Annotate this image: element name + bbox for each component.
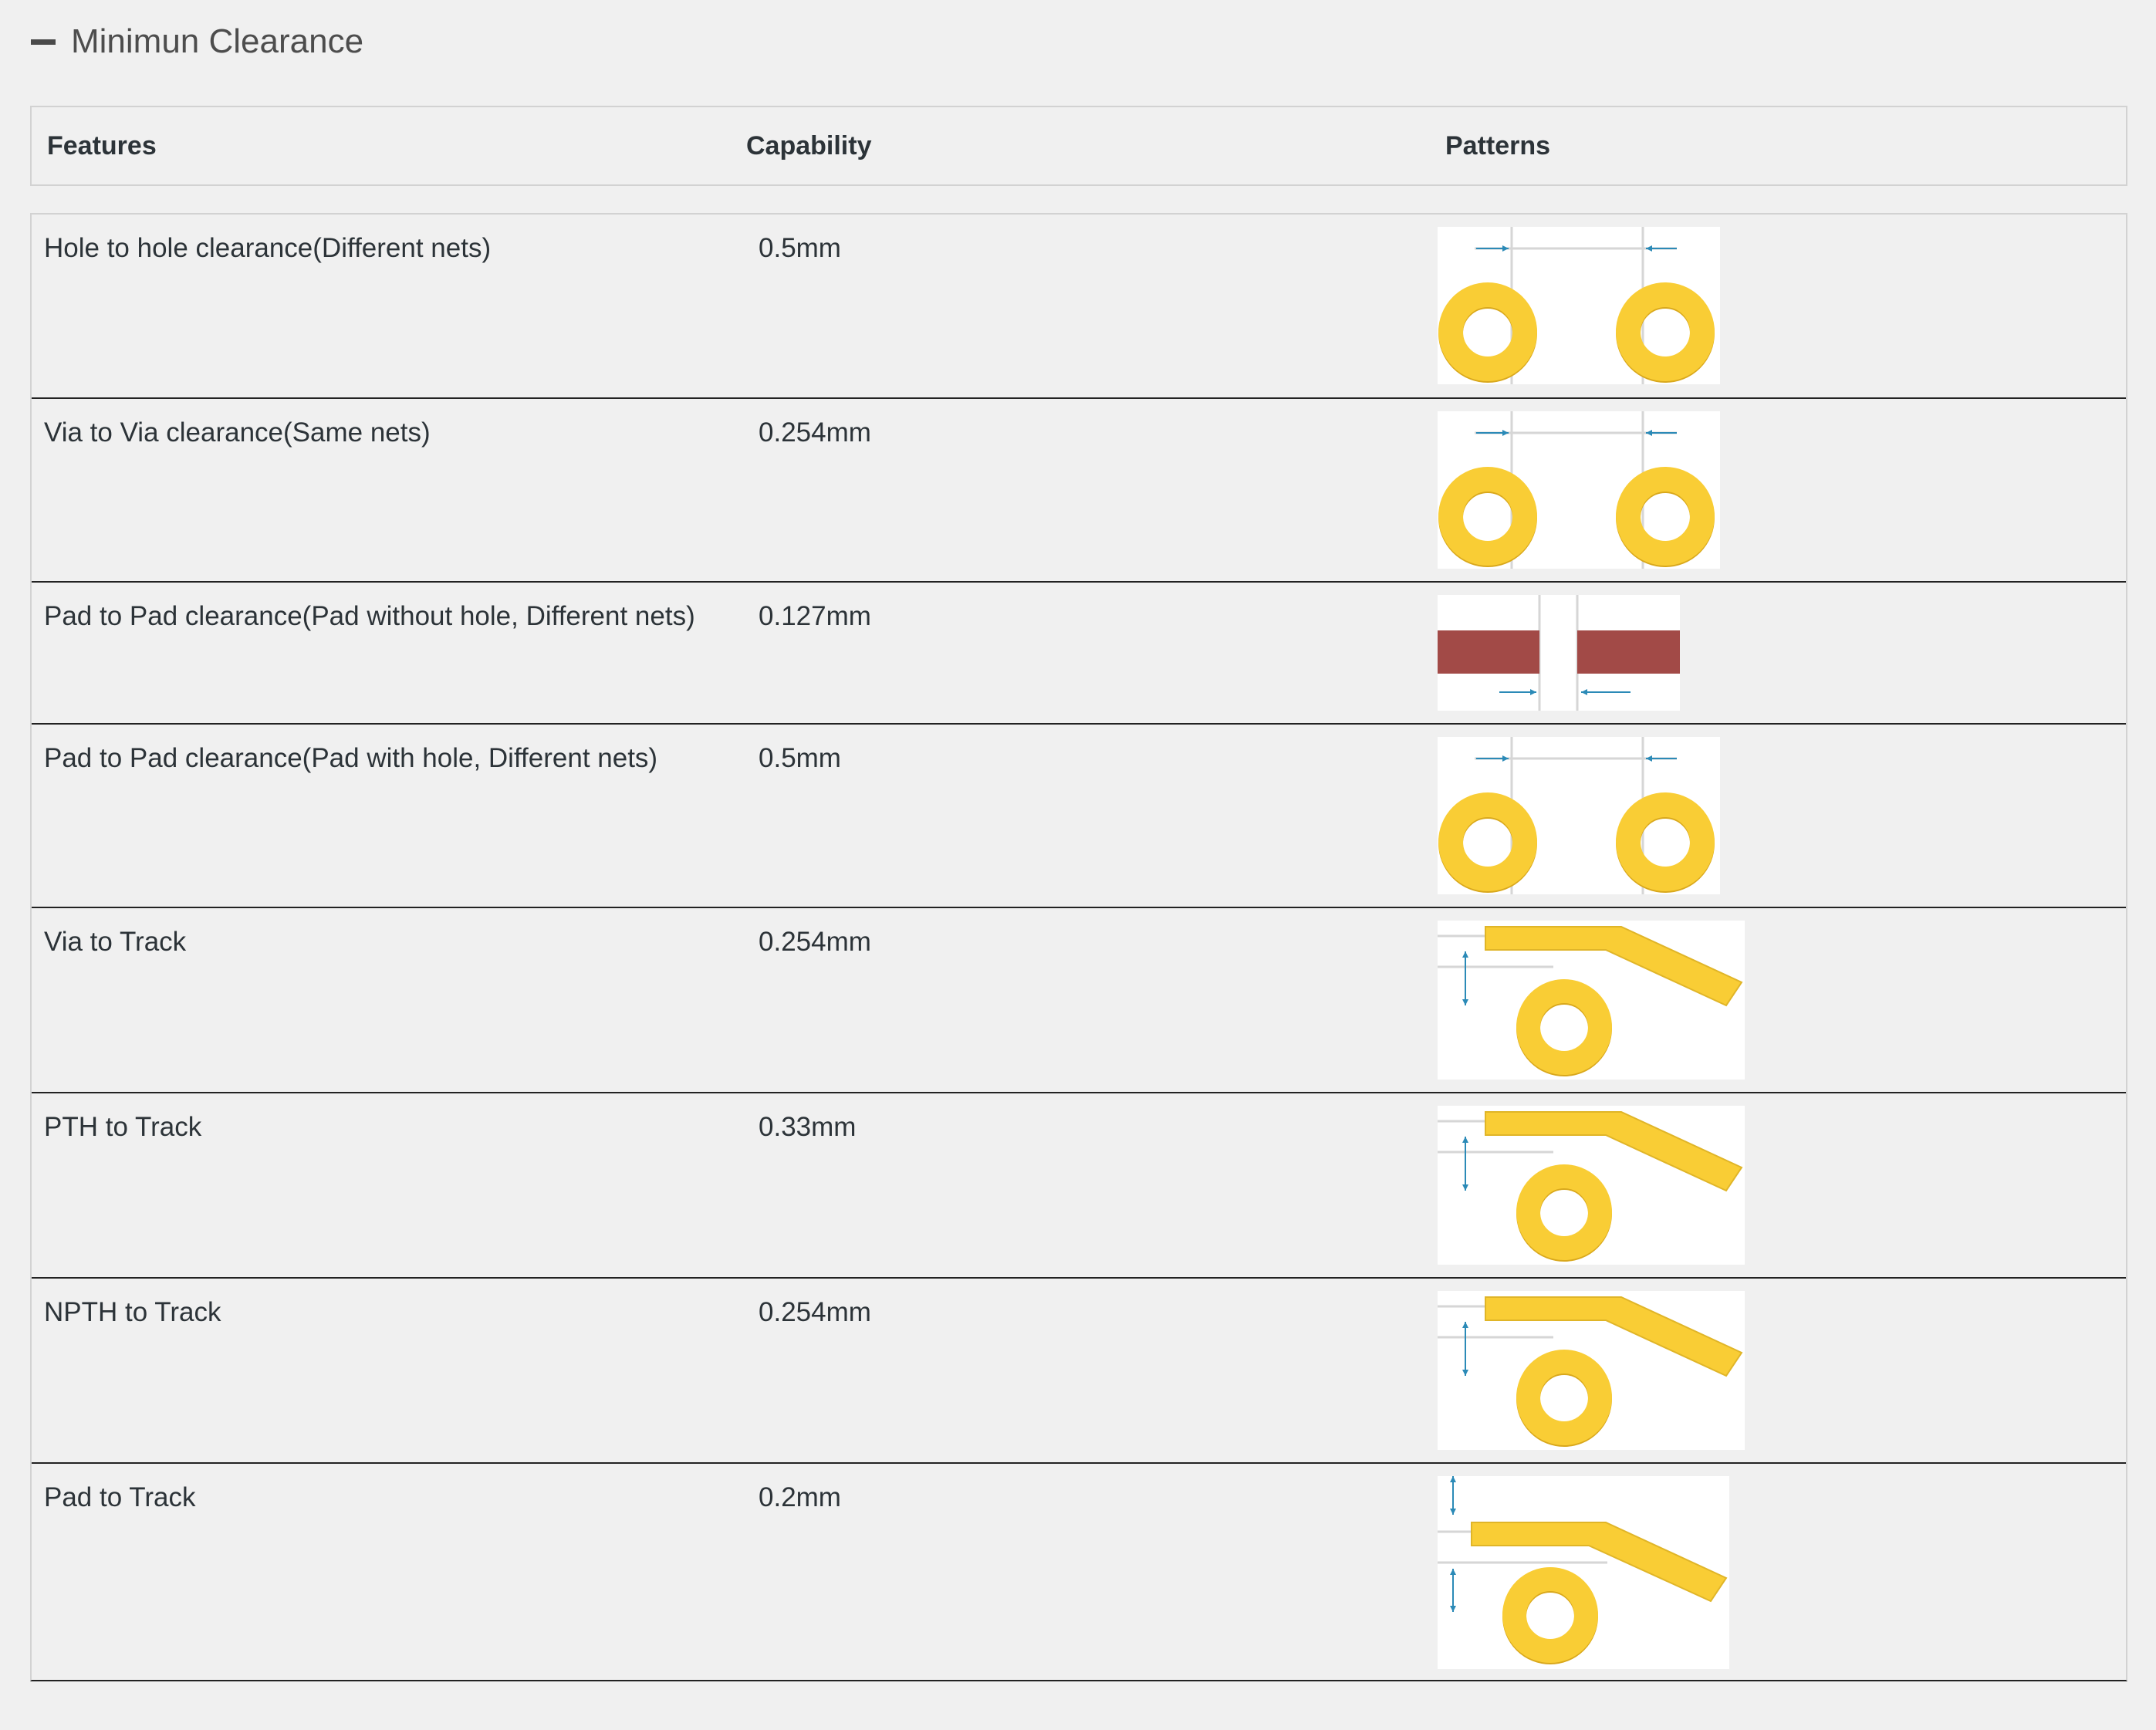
pth-track-pattern-image xyxy=(1438,1106,1745,1265)
table-row: Via to Via clearance(Same nets) 0.254mm xyxy=(32,399,2126,583)
minus-icon xyxy=(29,17,56,66)
capability-cell: 0.33mm xyxy=(759,1112,857,1142)
feature-cell: PTH to Track xyxy=(44,1112,202,1142)
capability-cell: 0.5mm xyxy=(759,233,841,263)
table-header: Features Capability Patterns xyxy=(30,106,2127,186)
section-toggle[interactable]: Minimun Clearance xyxy=(29,17,363,66)
capability-cell: 0.5mm xyxy=(759,743,841,773)
feature-cell: Hole to hole clearance(Different nets) xyxy=(44,233,492,263)
capability-cell: 0.2mm xyxy=(759,1482,841,1512)
table-body: Hole to hole clearance(Different nets) 0… xyxy=(30,213,2127,1681)
feature-cell: Pad to Track xyxy=(44,1482,196,1512)
table-row: Hole to hole clearance(Different nets) 0… xyxy=(32,215,2126,399)
table-row: PTH to Track 0.33mm xyxy=(32,1093,2126,1279)
npth-track-pattern-image xyxy=(1438,1291,1745,1450)
table-row: Via to Track 0.254mm xyxy=(32,908,2126,1093)
header-patterns: Patterns xyxy=(1445,131,1551,160)
section-title: Minimun Clearance xyxy=(71,22,364,60)
feature-cell: Via to Via clearance(Same nets) xyxy=(44,417,431,448)
header-capability: Capability xyxy=(746,131,872,160)
via-track-pattern-image xyxy=(1438,921,1745,1080)
feature-cell: Pad to Pad clearance(Pad without hole, D… xyxy=(44,601,695,631)
header-features: Features xyxy=(47,131,157,160)
table-row: Pad to Pad clearance(Pad with hole, Diff… xyxy=(32,725,2126,908)
hole-clearance-pattern-image xyxy=(1438,227,1720,384)
table-row: Pad to Pad clearance(Pad without hole, D… xyxy=(32,583,2126,725)
feature-cell: Via to Track xyxy=(44,927,187,957)
feature-cell: NPTH to Track xyxy=(44,1297,221,1327)
capability-cell: 0.254mm xyxy=(759,417,871,448)
capability-cell: 0.127mm xyxy=(759,601,871,631)
table-row: NPTH to Track 0.254mm xyxy=(32,1279,2126,1464)
capability-cell: 0.254mm xyxy=(759,927,871,957)
pad-clearance-pattern-image xyxy=(1438,595,1680,711)
pad-track-pattern-image xyxy=(1438,1476,1729,1669)
via-clearance-pattern-image xyxy=(1438,411,1720,569)
capability-cell: 0.254mm xyxy=(759,1297,871,1327)
pad-hole-clearance-pattern-image xyxy=(1438,737,1720,894)
table-row: Pad to Track 0.2mm xyxy=(32,1464,2126,1681)
feature-cell: Pad to Pad clearance(Pad with hole, Diff… xyxy=(44,743,658,773)
